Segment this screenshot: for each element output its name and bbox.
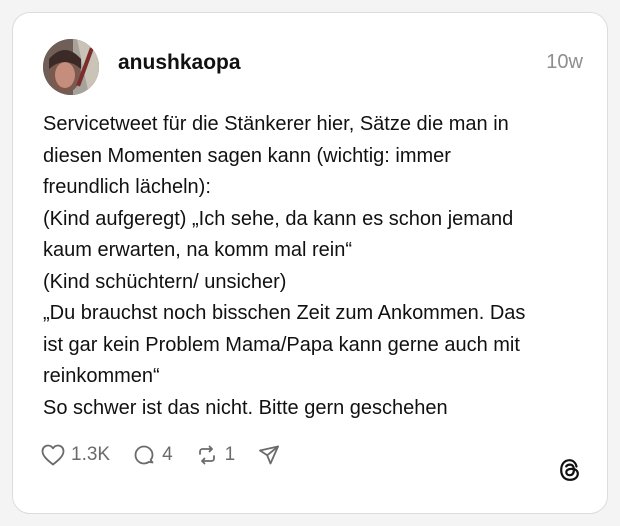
post-line: (Kind schüchtern/ unsicher)	[43, 270, 287, 293]
post-line: ist gar kein Problem Mama/Papa kann gern…	[43, 333, 520, 356]
comment-icon	[132, 443, 156, 467]
repost-count: 1	[224, 444, 236, 465]
post-line: (Kind aufgeregt) „Ich sehe, da kann es s…	[43, 207, 514, 230]
reply-count: 4	[162, 444, 173, 465]
post-line: kaum erwarten, na komm mal rein“	[43, 239, 352, 261]
post-line: freundlich lächeln):	[43, 176, 211, 198]
post-body: Servicetweet für die Stänkerer hier, Sät…	[43, 109, 593, 424]
post-actions: 1.3K 4 1	[41, 441, 303, 469]
repost-button[interactable]: 1	[195, 443, 236, 467]
avatar[interactable]	[43, 39, 99, 95]
post-timestamp: 10w	[546, 51, 583, 73]
like-button[interactable]: 1.3K	[41, 444, 110, 466]
heart-icon	[41, 444, 65, 466]
post-card: anushkaopa 10w Servicetweet für die Stän…	[12, 12, 608, 514]
post-line: So schwer ist das nicht. Bitte gern gesc…	[43, 396, 448, 419]
threads-logo-icon	[557, 457, 583, 483]
author-username[interactable]: anushkaopa	[118, 51, 241, 75]
post-line: „Du brauchst noch bisschen Zeit zum Anko…	[43, 302, 526, 324]
post-line: Servicetweet für die Stänkerer hier, Sät…	[43, 113, 509, 135]
post-line: reinkommen“	[43, 365, 160, 387]
share-icon	[257, 443, 281, 467]
repost-icon	[195, 443, 219, 467]
like-count: 1.3K	[71, 444, 111, 465]
post-line: diesen Momenten sagen kann (wichtig: imm…	[43, 144, 451, 167]
reply-button[interactable]: 4	[132, 443, 173, 467]
share-button[interactable]	[257, 443, 281, 467]
